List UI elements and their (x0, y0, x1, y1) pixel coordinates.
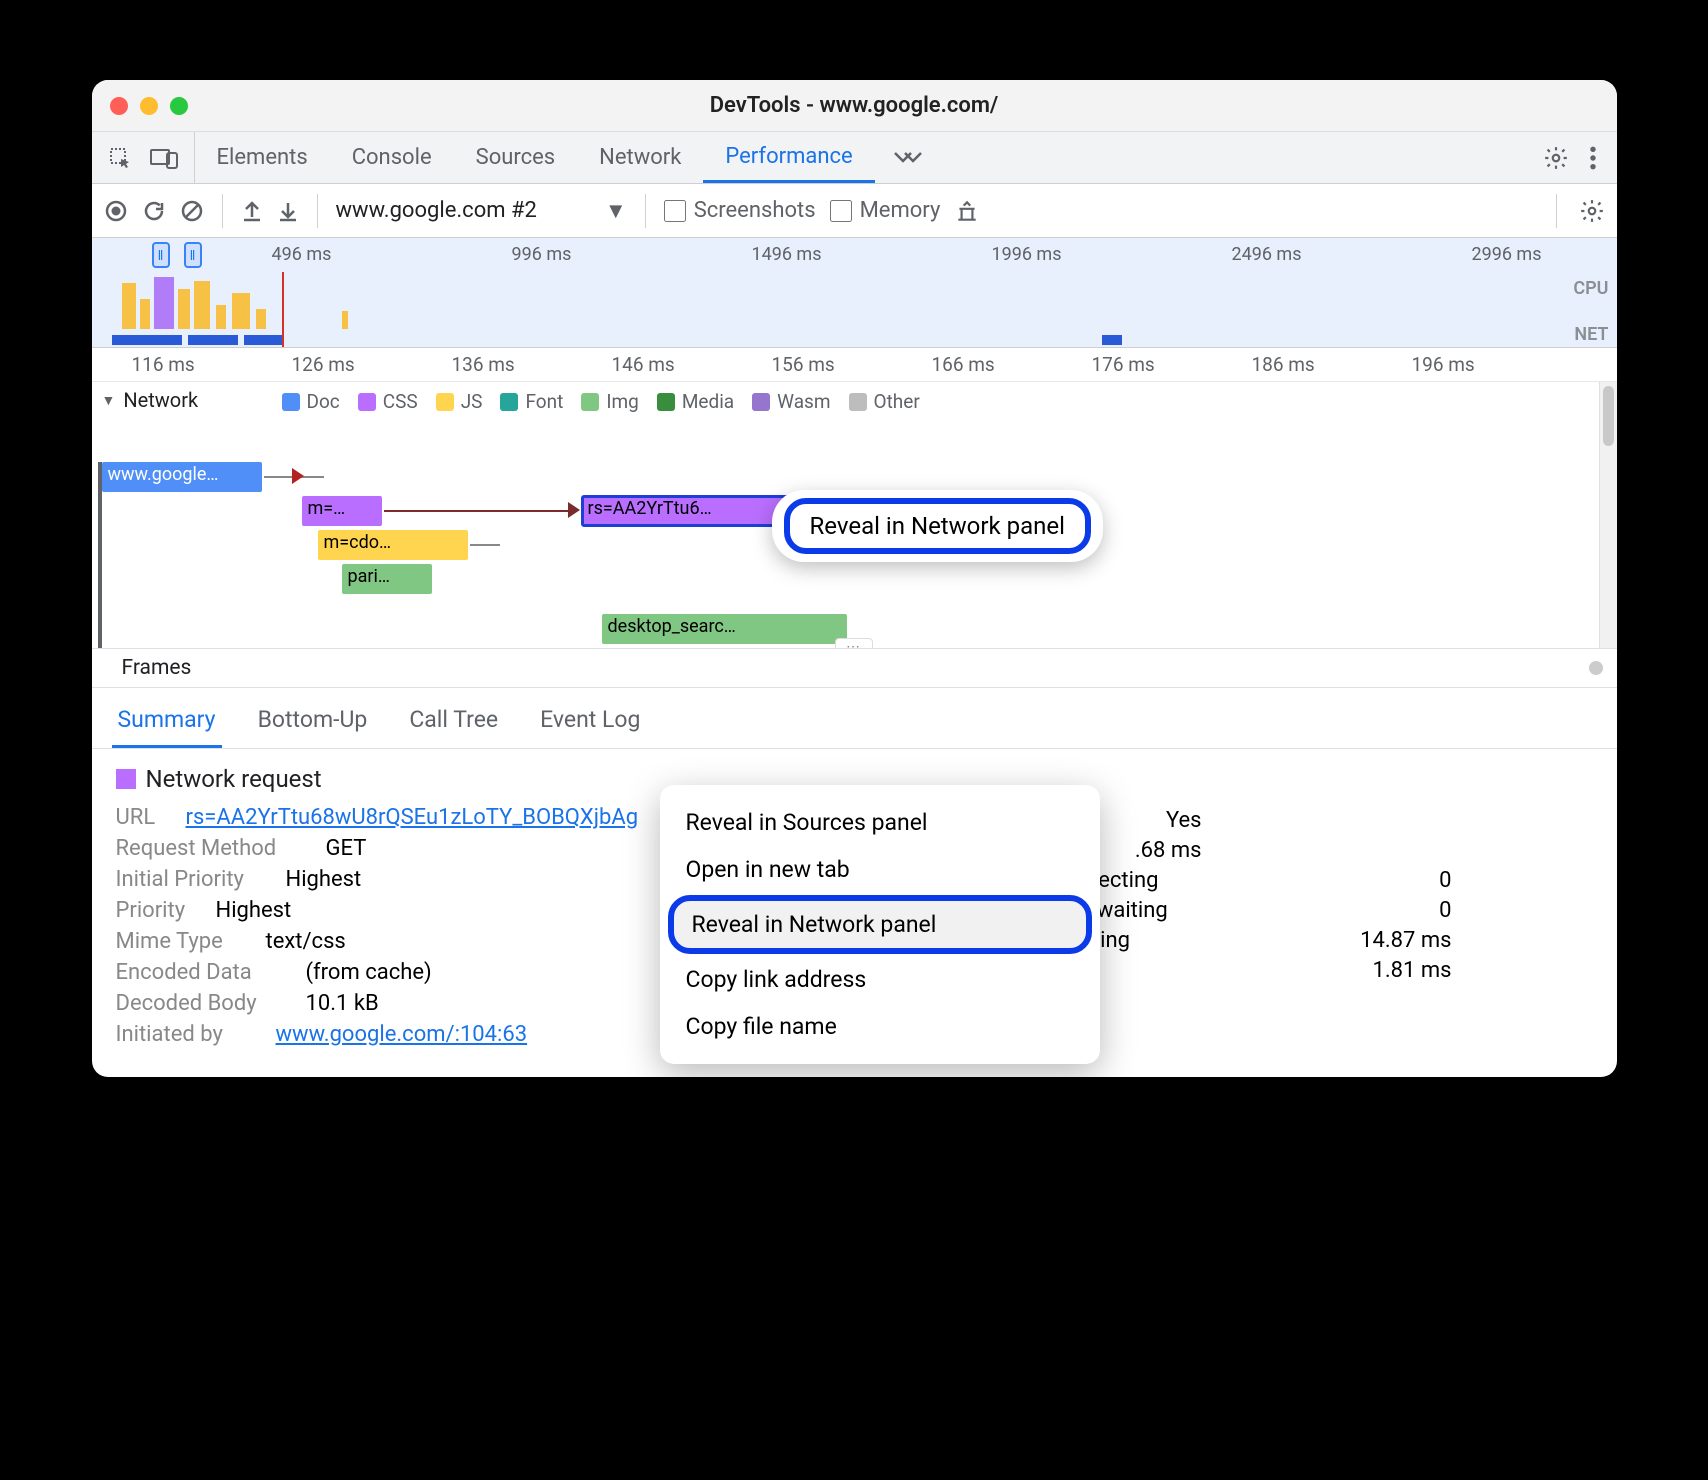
tab-network[interactable]: Network (577, 132, 703, 183)
menu-reveal-network[interactable]: Reveal in Network panel (668, 895, 1092, 954)
memory-input[interactable] (830, 200, 852, 222)
menu-copy-link[interactable]: Copy link address (660, 956, 1100, 1003)
collect-garbage-icon[interactable] (954, 198, 980, 224)
tab-bottom-up[interactable]: Bottom-Up (252, 698, 374, 748)
tab-call-tree[interactable]: Call Tree (403, 698, 504, 748)
devtools-window: DevTools - www.google.com/ Elements Cons… (92, 80, 1617, 1077)
flame-chart-container: ▼ Network Doc CSS JS Font Img Media Wasm… (92, 382, 1617, 648)
minimize-window-button[interactable] (140, 97, 158, 115)
context-menu: Reveal in Sources panel Open in new tab … (660, 785, 1100, 1064)
request-bar-pari[interactable]: pari… (342, 564, 432, 594)
summary-url-link[interactable]: rs=AA2YrTtu68wU8rQSEu1zLoTY_BOBQXjbAg (186, 805, 639, 830)
details-tabs: Summary Bottom-Up Call Tree Event Log (92, 688, 1617, 749)
tab-console[interactable]: Console (330, 132, 454, 183)
settings-icon[interactable] (1543, 145, 1569, 171)
screenshots-checkbox[interactable]: Screenshots (664, 198, 816, 223)
overview-cpu-flames (112, 273, 372, 329)
collapse-icon: ▼ (102, 392, 116, 409)
more-menu-icon[interactable] (1589, 145, 1597, 171)
main-tabs: Elements Console Sources Network Perform… (195, 132, 875, 183)
timeline-overview[interactable]: 496 ms 996 ms 1496 ms 1996 ms 2496 ms 29… (92, 238, 1617, 348)
capture-settings-icon[interactable] (1579, 198, 1605, 224)
main-tabbar: Elements Console Sources Network Perform… (92, 132, 1617, 184)
download-icon[interactable] (277, 199, 299, 223)
reveal-tooltip: Reveal in Network panel (772, 490, 1103, 562)
overview-handle-left[interactable]: ‖ (152, 242, 170, 268)
performance-toolbar: www.google.com #2 ▼ Screenshots Memory (92, 184, 1617, 238)
window-controls (110, 97, 188, 115)
titlebar: DevTools - www.google.com/ (92, 80, 1617, 132)
tab-event-log[interactable]: Event Log (534, 698, 646, 748)
tab-sources[interactable]: Sources (454, 132, 578, 183)
initiator-arrow-icon (568, 502, 580, 518)
tab-elements[interactable]: Elements (195, 132, 330, 183)
menu-copy-filename[interactable]: Copy file name (660, 1003, 1100, 1050)
maximize-window-button[interactable] (170, 97, 188, 115)
frames-track[interactable]: Frames (92, 648, 1617, 688)
overview-marker (282, 272, 284, 347)
tab-summary[interactable]: Summary (112, 698, 222, 748)
vertical-scrollbar[interactable] (1599, 382, 1617, 648)
request-bar-desktop-search[interactable]: desktop_searc… (602, 614, 847, 644)
request-bar-mcdo[interactable]: m=cdo… (318, 530, 468, 560)
screenshots-input[interactable] (664, 200, 686, 222)
close-window-button[interactable] (110, 97, 128, 115)
device-toolbar-icon[interactable] (150, 147, 178, 169)
initiator-arrow-icon (292, 468, 304, 484)
flame-chart[interactable]: ▼ Network Doc CSS JS Font Img Media Wasm… (92, 382, 1599, 648)
request-bar-rs-selected[interactable]: rs=AA2YrTtu6… (582, 496, 792, 526)
profile-selector[interactable]: www.google.com #2 ▼ (336, 198, 627, 224)
upload-icon[interactable] (241, 199, 263, 223)
reload-icon[interactable] (142, 199, 166, 223)
network-legend: Doc CSS JS Font Img Media Wasm Other (282, 390, 920, 413)
more-tabs-button[interactable] (875, 149, 941, 167)
profile-name: www.google.com #2 (336, 198, 537, 223)
frames-indicator-icon (1589, 661, 1603, 675)
chevron-down-icon: ▼ (605, 198, 627, 224)
request-bar-google[interactable]: www.google… (102, 462, 262, 492)
request-type-swatch (116, 769, 136, 789)
menu-open-new-tab[interactable]: Open in new tab (660, 846, 1100, 893)
scrollbar-thumb[interactable] (1603, 386, 1614, 446)
menu-reveal-sources[interactable]: Reveal in Sources panel (660, 799, 1100, 846)
summary-panel: Network request URLrs=AA2YrTtu68wU8rQSEu… (92, 749, 1617, 1077)
window-title: DevTools - www.google.com/ (92, 93, 1617, 118)
request-bar-m[interactable]: m=… (302, 496, 382, 526)
tab-performance[interactable]: Performance (703, 132, 874, 183)
inspect-element-icon[interactable] (108, 146, 132, 170)
clear-icon[interactable] (180, 199, 204, 223)
overview-handle-right[interactable]: ‖ (184, 242, 202, 268)
initiated-by-link[interactable]: www.google.com/:104:63 (276, 1022, 528, 1047)
memory-checkbox[interactable]: Memory (830, 198, 941, 223)
record-icon[interactable] (104, 199, 128, 223)
time-ruler: 116 ms 126 ms 136 ms 146 ms 156 ms 166 m… (92, 348, 1617, 382)
